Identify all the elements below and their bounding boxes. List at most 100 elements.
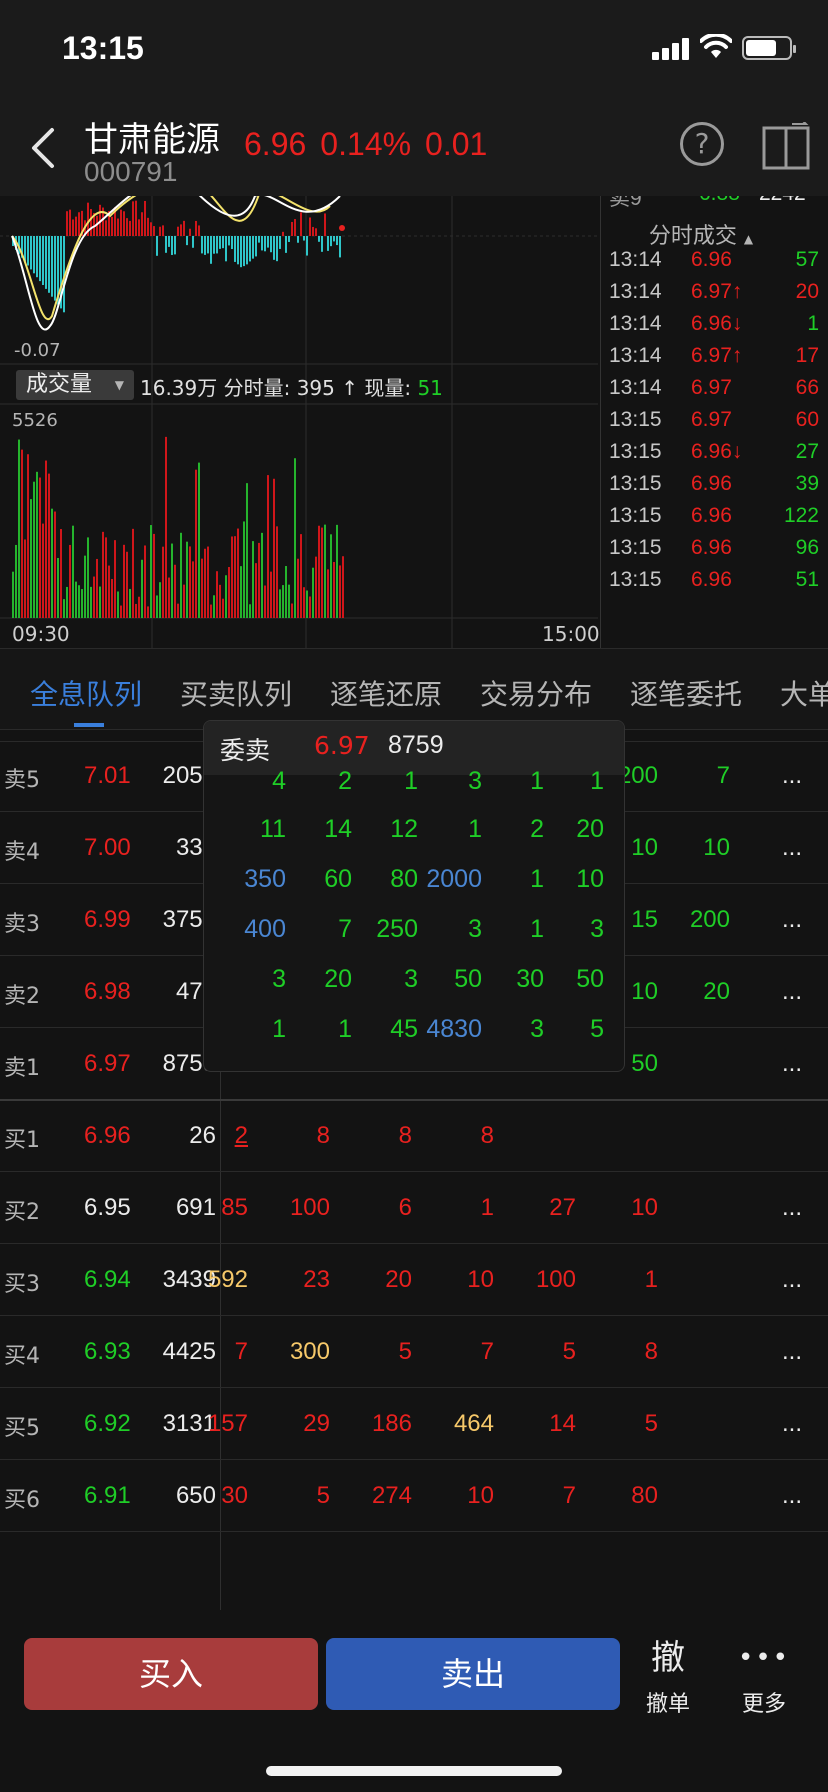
more-orders-ellipsis[interactable]: ... [782,1482,802,1510]
queue-order-size[interactable]: 30 [178,1482,248,1510]
queue-order-size[interactable]: 10 [588,1194,658,1222]
queue-order-size[interactable]: 27 [506,1194,576,1222]
queue-order-size[interactable]: 14 [506,1410,576,1438]
queue-order-size[interactable]: 29 [260,1410,330,1438]
queue-order-size[interactable]: 2 [178,1122,248,1150]
queue-order-size[interactable]: 100 [260,1194,330,1222]
order-row[interactable]: 买1 6.96 26 2 8 8 8 [0,1100,828,1172]
queue-order-size[interactable]: 85 [178,1194,248,1222]
trades-title[interactable]: 分时成交 ▲ [601,218,801,250]
queue-order-size[interactable]: 5 [342,1338,412,1366]
macd-bar [45,236,47,289]
volume-bar [162,546,164,618]
help-icon[interactable]: ? [680,122,724,166]
queue-order-size[interactable]: 274 [342,1482,412,1510]
more-orders-ellipsis[interactable]: ... [782,1050,802,1078]
intraday-chart[interactable]: -0.07 成交量 ▼ 16.39万 分时量: 395 ↑ 现量: 51 552… [0,196,600,648]
queue-order-size[interactable]: 20 [660,978,730,1006]
queue-order-size[interactable]: 8 [260,1122,330,1150]
queue-order-size[interactable]: 7 [660,762,730,790]
queue-order-size[interactable]: 10 [424,1482,494,1510]
macd-bar [27,236,29,266]
queue-order-size[interactable]: 200 [660,906,730,934]
queue-order-size[interactable]: 1 [588,1266,658,1294]
queue-order-size[interactable]: 186 [342,1410,412,1438]
queue-order-size[interactable]: 8 [342,1122,412,1150]
queue-order-size[interactable]: 7 [178,1338,248,1366]
more-orders-ellipsis[interactable]: ... [782,978,802,1006]
more-orders-ellipsis[interactable]: ... [782,906,802,934]
popup-order-size: 80 [390,865,418,893]
popup-order-size: 20 [576,815,604,843]
order-price: 6.97 [84,1050,131,1077]
sell-button[interactable]: 卖出 [326,1638,620,1710]
trade-row: 13:14 6.97↑ 20 [601,280,828,316]
order-row[interactable]: 买3 6.94 3439 592 23 20 10 100 1... [0,1244,828,1316]
queue-order-size[interactable]: 7 [506,1482,576,1510]
queue-order-size[interactable]: 5 [260,1482,330,1510]
macd-bar [198,225,200,236]
queue-order-size[interactable]: 464 [424,1410,494,1438]
popup-title: 委卖 [220,736,271,765]
volume-bar [171,543,173,618]
back-icon[interactable] [30,126,56,170]
order-row[interactable]: 买6 6.91 650 30 5 274 10 7 80... [0,1460,828,1532]
tab-2[interactable]: 逐笔还原 [330,673,442,713]
trade-row: 13:14 6.97 66 [601,376,828,412]
macd-bar [186,236,188,246]
queue-order-size[interactable]: 10 [660,834,730,862]
volume-bar [39,477,41,618]
macd-bar [201,236,203,254]
more-orders-ellipsis[interactable]: ... [782,834,802,862]
volume-bar [63,599,65,618]
trade-row: 13:15 6.96 122 [601,504,828,540]
queue-order-size[interactable]: 20 [342,1266,412,1294]
queue-order-size[interactable]: 5 [588,1410,658,1438]
queue-order-size[interactable]: 23 [260,1266,330,1294]
cancel-order-button[interactable]: 撤 撤单 [636,1638,700,1718]
tab-1[interactable]: 买卖队列 [180,673,292,713]
tab-0[interactable]: 全息队列 [30,673,142,713]
volume-bar [96,558,98,618]
volume-bar [129,588,131,618]
queue-order-size[interactable]: 592 [178,1266,248,1294]
popup-order-size: 1 [590,767,604,795]
queue-order-size[interactable]: 8 [588,1338,658,1366]
queue-order-size[interactable]: 100 [506,1266,576,1294]
queue-order-size[interactable]: 10 [424,1266,494,1294]
queue-order-size[interactable]: 80 [588,1482,658,1510]
queue-order-size[interactable]: 5 [506,1338,576,1366]
sell-queue-popup[interactable]: 委卖 6.97 8759 4 2 1 3 1 1 11 14 12 1 2 20 350 60 80 2000… [203,720,625,1072]
queue-order-size[interactable]: 7 [424,1338,494,1366]
queue-order-size[interactable]: 157 [178,1410,248,1438]
queue-order-size[interactable]: 8 [424,1122,494,1150]
tick-trades-panel[interactable]: 卖9 6.88 2242 分时成交 ▲ 13:14 6.96 57 13:14 6.97… [600,196,828,648]
indicator-selector[interactable]: 成交量 ▼ [16,370,134,400]
more-button[interactable]: ••• 更多 [732,1638,796,1718]
macd-bar [180,224,182,236]
macd-bar [195,220,197,236]
order-row[interactable]: 买4 6.93 4425 7 300 5 7 5 8... [0,1316,828,1388]
buy-button[interactable]: 买入 [24,1638,318,1710]
more-orders-ellipsis[interactable]: ... [782,1266,802,1294]
more-orders-ellipsis[interactable]: ... [782,1410,802,1438]
tab-4[interactable]: 逐笔委托 [630,673,742,713]
volume-bar [177,603,179,618]
queue-order-size[interactable]: 300 [260,1338,330,1366]
macd-bar [303,236,305,241]
switch-layout-icon[interactable] [762,122,812,170]
order-price: 7.00 [84,834,131,861]
queue-order-size[interactable]: 1 [424,1194,494,1222]
more-orders-ellipsis[interactable]: ... [782,762,802,790]
tab-3[interactable]: 交易分布 [480,673,592,713]
queue-order-size[interactable]: 6 [342,1194,412,1222]
macd-bar [339,236,341,258]
more-orders-ellipsis[interactable]: ... [782,1338,802,1366]
volume-bar [243,521,245,618]
current-point [339,225,345,231]
order-row[interactable]: 买2 6.95 691 85 100 6 1 27 10... [0,1172,828,1244]
tab-5[interactable]: 大单 [780,673,828,713]
volume-bar [216,571,218,618]
more-orders-ellipsis[interactable]: ... [782,1194,802,1222]
order-row[interactable]: 买5 6.92 3131 157 29 186 464 14 5... [0,1388,828,1460]
